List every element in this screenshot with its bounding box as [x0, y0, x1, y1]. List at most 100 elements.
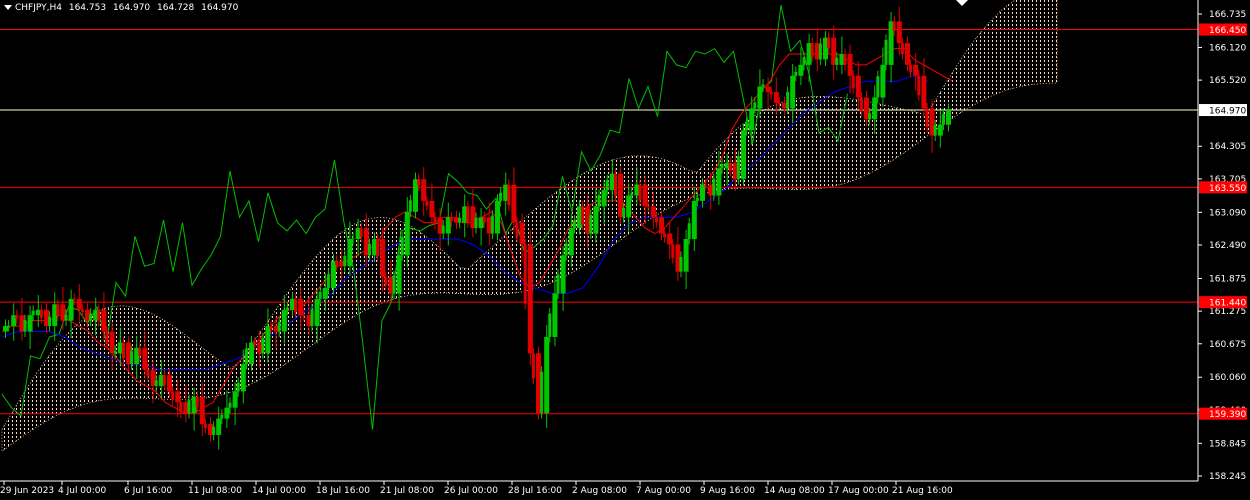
candle-body: [199, 396, 205, 425]
candle-body: [495, 200, 500, 234]
candle-body: [786, 92, 790, 109]
price-tick-label: 158.845: [1209, 439, 1246, 449]
candle-body: [31, 310, 35, 316]
chart-header[interactable]: CHFJPY,H4 164.753 164.970 164.728 164.97…: [4, 1, 242, 15]
price-tick-label: 165.520: [1209, 76, 1246, 86]
candle-body: [142, 347, 148, 370]
candle-body: [249, 342, 254, 365]
candle-body: [605, 180, 609, 191]
candle-body: [130, 351, 134, 365]
candle-body: [466, 206, 470, 223]
candle-body: [937, 124, 943, 136]
candle-body: [892, 21, 896, 31]
candle-body: [572, 220, 576, 229]
candle-body: [507, 184, 511, 206]
candle-body: [187, 400, 191, 414]
candle-body: [843, 53, 847, 65]
candle-body: [400, 236, 404, 256]
time-tick-label: 6 Jul 16:00: [124, 486, 173, 496]
level-tag-label: 166.450: [1209, 26, 1246, 36]
candle-body: [367, 243, 371, 256]
time-tick-label: 4 Jul 00:00: [58, 486, 107, 496]
candle-body: [691, 200, 697, 240]
candle-body: [425, 200, 429, 206]
candle-body: [261, 338, 265, 354]
candle-body: [646, 206, 650, 208]
price-tick-label: 164.305: [1209, 142, 1246, 152]
price-tick-label: 160.675: [1209, 340, 1246, 350]
candle-body: [281, 309, 287, 332]
level-tag-label: 161.440: [1209, 299, 1246, 309]
candle-body: [650, 206, 656, 218]
candle-body: [253, 342, 257, 345]
candle-body: [421, 179, 427, 201]
candle-body: [458, 217, 462, 223]
candle-body: [753, 102, 757, 109]
candle-body: [765, 86, 771, 93]
candle-body: [384, 277, 388, 286]
candle-body: [23, 320, 27, 332]
price-tick-label: 166.735: [1209, 10, 1246, 20]
candle-body: [568, 228, 574, 256]
candle-body: [376, 239, 380, 257]
candle-body: [240, 364, 246, 392]
candle-body: [499, 192, 503, 201]
candle-body: [700, 184, 705, 201]
candle-body: [138, 347, 142, 356]
candle-body: [687, 223, 691, 240]
candle-body: [667, 233, 673, 245]
candle-body: [827, 37, 831, 49]
candle-body: [663, 233, 667, 238]
candle-body: [818, 43, 822, 60]
candle-body: [798, 64, 804, 76]
candle-body: [909, 64, 913, 72]
candle-body: [777, 102, 781, 105]
candle-body: [515, 222, 519, 237]
candle-body: [285, 307, 289, 310]
candle-body: [351, 238, 355, 240]
candle-body: [933, 125, 937, 136]
candle-body: [527, 244, 533, 354]
candle-body: [408, 200, 412, 212]
candle-body: [298, 298, 304, 316]
candle-body: [39, 309, 43, 318]
candle-body: [236, 382, 240, 392]
low-value: 164.728: [157, 3, 195, 13]
candle-body: [921, 75, 927, 109]
candle-body: [101, 309, 107, 332]
candle-body: [76, 298, 82, 310]
candle-body: [302, 315, 306, 317]
triangle-down-icon[interactable]: [4, 5, 12, 10]
candle-body: [597, 194, 601, 207]
candle-body: [745, 122, 749, 131]
candle-body: [851, 75, 855, 89]
price-chart[interactable]: 166.735166.120165.520164.305163.705163.0…: [0, 0, 1250, 500]
candle-body: [167, 375, 172, 392]
candle-body: [913, 64, 919, 76]
candle-body: [642, 184, 648, 207]
candle-body: [220, 414, 224, 419]
time-tick-label: 7 Aug 00:00: [636, 486, 691, 496]
time-tick-label: 28 Jul 16:00: [508, 486, 562, 496]
candle-body: [482, 217, 486, 223]
candle-body: [56, 304, 60, 316]
time-tick-label: 18 Jul 16:00: [316, 486, 370, 496]
price-tick-label: 162.490: [1209, 241, 1246, 251]
candle-body: [265, 326, 271, 354]
candle-body: [531, 353, 535, 379]
candle-body: [876, 76, 880, 98]
candle-body: [601, 190, 607, 207]
price-tick-label: 160.060: [1209, 373, 1246, 383]
time-tick-label: 2 Aug 08:00: [572, 486, 627, 496]
candle-body: [7, 325, 11, 327]
candle-body: [757, 86, 763, 109]
candle-body: [343, 255, 347, 267]
candle-body: [716, 168, 722, 196]
candle-body: [847, 53, 853, 76]
candle-body: [769, 92, 773, 95]
chart-shift-icon[interactable]: [956, 0, 968, 6]
candle-body: [326, 274, 330, 288]
candle-body: [564, 243, 568, 256]
candle-body: [654, 217, 658, 223]
candle-body: [380, 239, 386, 278]
